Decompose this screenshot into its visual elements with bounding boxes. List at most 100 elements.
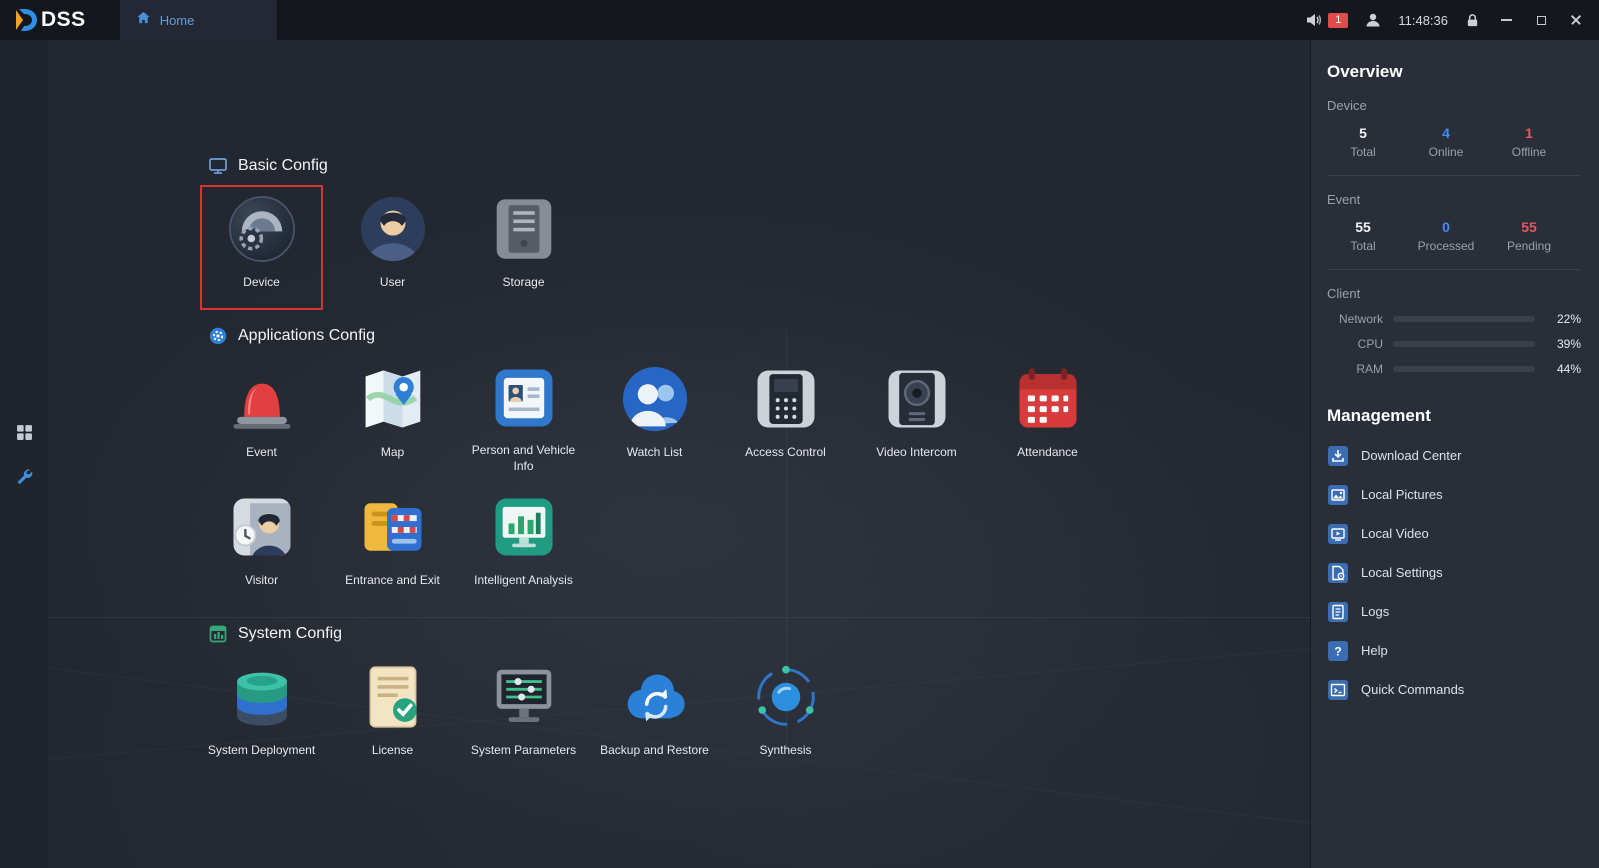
management-item-local-video[interactable]: Local Video	[1327, 514, 1581, 553]
tile-license[interactable]: License	[327, 658, 458, 770]
stat-value: 0	[1418, 219, 1475, 235]
stat-value: 1	[1503, 125, 1555, 141]
dss-logo: DSS	[0, 7, 102, 33]
overview-group-event: Event55Total0Processed55Pending	[1327, 192, 1581, 270]
help-icon: ?	[1327, 640, 1349, 662]
tile-intelligent-analysis[interactable]: Intelligent Analysis	[458, 488, 589, 600]
metric-progressbar	[1393, 366, 1535, 372]
management-item-label: Local Settings	[1361, 565, 1443, 580]
tile-event[interactable]: Event	[196, 360, 327, 472]
tab-home[interactable]: Home	[120, 0, 278, 40]
synthesis-icon	[747, 658, 825, 736]
download-center-icon	[1327, 445, 1349, 467]
stat-value: 4	[1420, 125, 1472, 141]
minimize-icon	[1501, 19, 1512, 21]
tile-label: Visitor	[241, 572, 282, 588]
metric-name: CPU	[1327, 337, 1383, 351]
tile-entrance-and-exit[interactable]: Entrance and Exit	[327, 488, 458, 600]
tile-grid: System DeploymentLicense System Parameter…	[196, 658, 1116, 770]
management-item-logs[interactable]: Logs	[1327, 592, 1581, 631]
tile-watch-list[interactable]: Watch List	[589, 360, 720, 472]
maximize-icon	[1537, 16, 1546, 25]
stat-value: 5	[1337, 125, 1389, 141]
local-video-icon	[1327, 523, 1349, 545]
metric-percent: 44%	[1545, 362, 1581, 376]
tile-visitor[interactable]: Visitor	[196, 488, 327, 600]
alarm-indicator[interactable]: 1	[1305, 12, 1348, 28]
close-icon	[1570, 14, 1582, 26]
tile-backup-and-restore[interactable]: Backup and Restore	[589, 658, 720, 770]
tile-video-intercom[interactable]: Video Intercom	[851, 360, 982, 472]
tile-label: Video Intercom	[872, 444, 961, 460]
tile-label: Storage	[498, 274, 548, 290]
stat-value: 55	[1337, 219, 1389, 235]
management-item-download-center[interactable]: Download Center	[1327, 436, 1581, 475]
home-icon	[136, 10, 151, 30]
stat-caption: Online	[1420, 145, 1472, 159]
event-icon	[223, 360, 301, 438]
system-config-heading: System Config	[196, 624, 1310, 644]
stat-offline: 1Offline	[1503, 125, 1555, 159]
management-title: Management	[1327, 406, 1581, 426]
tile-map[interactable]: Map	[327, 360, 458, 472]
minimize-button[interactable]	[1497, 11, 1515, 29]
device-icon	[223, 190, 301, 268]
user-icon[interactable]	[1365, 12, 1381, 28]
tile-user[interactable]: User	[327, 190, 458, 302]
tile-storage[interactable]: Storage	[458, 190, 589, 302]
access-control-icon	[747, 360, 825, 438]
lock-icon[interactable]	[1465, 13, 1480, 28]
system-parameters-icon	[485, 658, 563, 736]
section-title: System Config	[238, 625, 342, 643]
tile-system-deployment[interactable]: System Deployment	[196, 658, 327, 770]
titlebar-right: 1 11:48:36	[1305, 11, 1599, 29]
apps-grid-icon[interactable]	[16, 424, 33, 441]
license-icon	[354, 658, 432, 736]
tile-label: Backup and Restore	[596, 742, 713, 758]
config-sections: Basic Config Device User Storage Application…	[48, 40, 1310, 770]
tile-label: Attendance	[1013, 444, 1082, 460]
section-title: Basic Config	[238, 157, 328, 175]
section-title: Applications Config	[238, 327, 375, 345]
tile-label: User	[376, 274, 409, 290]
divider	[1327, 269, 1581, 270]
metric-cpu: CPU39%	[1327, 337, 1581, 351]
tile-synthesis[interactable]: Synthesis	[720, 658, 851, 770]
attendance-icon	[1009, 360, 1087, 438]
management-item-label: Quick Commands	[1361, 682, 1464, 697]
metric-name: Network	[1327, 312, 1383, 326]
management-item-local-pictures[interactable]: Local Pictures	[1327, 475, 1581, 514]
tile-person-and-vehicle-info[interactable]: Person and Vehicle Info	[458, 360, 589, 472]
tile-access-control[interactable]: Access Control	[720, 360, 851, 472]
entrance-exit-icon	[354, 488, 432, 566]
overview-title: Overview	[1327, 62, 1581, 82]
management-item-local-settings[interactable]: Local Settings	[1327, 553, 1581, 592]
stat-caption: Total	[1337, 145, 1389, 159]
config-wrench-icon[interactable]	[15, 467, 33, 485]
basic-config-heading: Basic Config	[196, 156, 1310, 176]
close-button[interactable]	[1567, 11, 1585, 29]
client-block: Client Network22%CPU39%RAM44%	[1327, 286, 1581, 376]
tile-label: System Parameters	[467, 742, 580, 758]
stat-online: 4 Online	[1420, 125, 1472, 159]
management-item-help[interactable]: ?Help	[1327, 631, 1581, 670]
overview-group-device: Device5Total4Online1Offline	[1327, 98, 1581, 176]
management-item-quick-commands[interactable]: Quick Commands	[1327, 670, 1581, 709]
applications-config-heading: Applications Config	[196, 326, 1310, 346]
overview-groups: Device5Total4Online1OfflineEvent55Total0…	[1327, 98, 1581, 270]
client-label: Client	[1327, 286, 1581, 301]
management-item-label: Local Video	[1361, 526, 1429, 541]
tile-grid: Device User Storage	[196, 190, 1116, 302]
tile-attendance[interactable]: Attendance	[982, 360, 1113, 472]
system-deployment-icon	[223, 658, 301, 736]
tile-label: Intelligent Analysis	[470, 572, 577, 588]
stat-caption: Processed	[1418, 239, 1475, 253]
divider	[1327, 175, 1581, 176]
tile-device[interactable]: Device	[196, 190, 327, 302]
maximize-button[interactable]	[1532, 11, 1550, 29]
alarm-count-badge: 1	[1328, 13, 1348, 28]
stat-caption: Total	[1337, 239, 1389, 253]
metric-percent: 22%	[1545, 312, 1581, 326]
tile-system-parameters[interactable]: System Parameters	[458, 658, 589, 770]
local-pictures-icon	[1327, 484, 1349, 506]
